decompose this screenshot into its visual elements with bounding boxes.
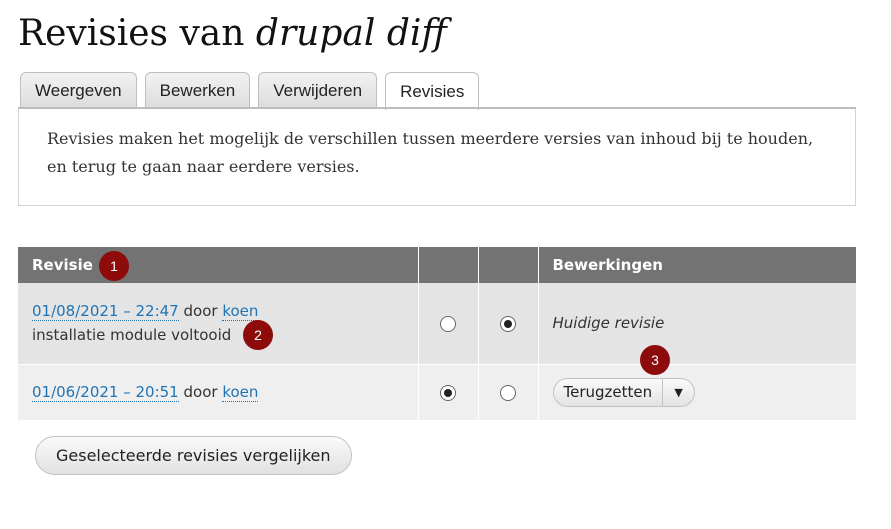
annotation-marker-1: 1 xyxy=(99,251,129,281)
tab-revisies[interactable]: Revisies xyxy=(385,72,480,110)
revision-by: door xyxy=(183,383,218,402)
revision-author-link[interactable]: koen xyxy=(222,302,259,322)
help-text: Revisies maken het mogelijk de verschill… xyxy=(47,129,814,176)
tab-label: Weergeven xyxy=(35,81,122,100)
compare-revisions-button[interactable]: Geselecteerde revisies vergelijken xyxy=(35,436,352,475)
revert-button[interactable]: Terugzetten xyxy=(554,379,663,406)
caret-down-icon: ▼ xyxy=(674,385,683,399)
radio-cell-left xyxy=(417,363,478,420)
annotation-marker-3: 3 xyxy=(640,345,670,375)
header-revision: Revisie xyxy=(18,247,418,283)
radio-right[interactable] xyxy=(500,384,516,401)
revision-author-link[interactable]: koen xyxy=(222,383,259,403)
radio-right[interactable] xyxy=(500,315,516,332)
revision-log-message: installatie module voltooid xyxy=(32,326,232,345)
revision-meta: 01/06/2021 – 20:51 door koen xyxy=(32,380,404,404)
table-header-row: Revisie Bewerkingen xyxy=(18,247,856,283)
revision-by: door xyxy=(183,302,218,321)
revision-meta: 01/08/2021 – 22:47 door koen xyxy=(32,299,404,323)
revision-cell: 01/06/2021 – 20:51 door koen xyxy=(18,363,418,420)
operations-cell: Terugzetten ▼ xyxy=(537,363,856,420)
header-radio-left xyxy=(417,247,478,283)
radio-left[interactable] xyxy=(440,384,456,401)
dropbutton-toggle[interactable]: ▼ xyxy=(662,378,694,406)
tab-label: Revisies xyxy=(400,81,465,101)
radio-left[interactable] xyxy=(440,315,456,332)
tab-label: Bewerken xyxy=(159,81,236,100)
page-title-node: drupal diff xyxy=(255,13,447,54)
header-radio-right xyxy=(477,247,538,283)
tab-weergeven[interactable]: Weergeven xyxy=(20,72,137,109)
tab-verwijderen[interactable]: Verwijderen xyxy=(258,72,378,109)
page-title-prefix: Revisies van xyxy=(18,13,245,54)
revision-cell: 01/08/2021 – 22:47 door koen installatie… xyxy=(18,283,418,364)
table-row: 01/08/2021 – 22:47 door koen installatie… xyxy=(18,283,856,364)
revert-dropbutton: Terugzetten ▼ xyxy=(552,377,696,407)
tab-label: Verwijderen xyxy=(273,81,363,100)
tab-bewerken[interactable]: Bewerken xyxy=(144,72,251,109)
revision-date-link[interactable]: 01/08/2021 – 22:47 xyxy=(32,302,179,322)
radio-cell-right xyxy=(477,363,538,420)
annotation-marker-2: 2 xyxy=(243,320,273,350)
header-operations: Bewerkingen xyxy=(537,247,856,283)
local-tasks-tabs: Weergeven Bewerken Verwijderen Revisies xyxy=(20,72,487,110)
operations-cell: Huidige revisie xyxy=(537,283,856,364)
revisions-table: Revisie Bewerkingen 01/08/2021 – 22:47 d… xyxy=(18,247,856,420)
revision-date-link[interactable]: 01/06/2021 – 20:51 xyxy=(32,383,179,403)
radio-cell-left xyxy=(417,283,478,364)
current-revision-label: Huidige revisie xyxy=(552,314,665,333)
help-box: Revisies maken het mogelijk de verschill… xyxy=(18,109,856,206)
page-title: Revisies van drupal diff xyxy=(18,10,447,58)
table-row: 01/06/2021 – 20:51 door koen Terugzetten… xyxy=(18,363,856,420)
radio-cell-right xyxy=(477,283,538,364)
